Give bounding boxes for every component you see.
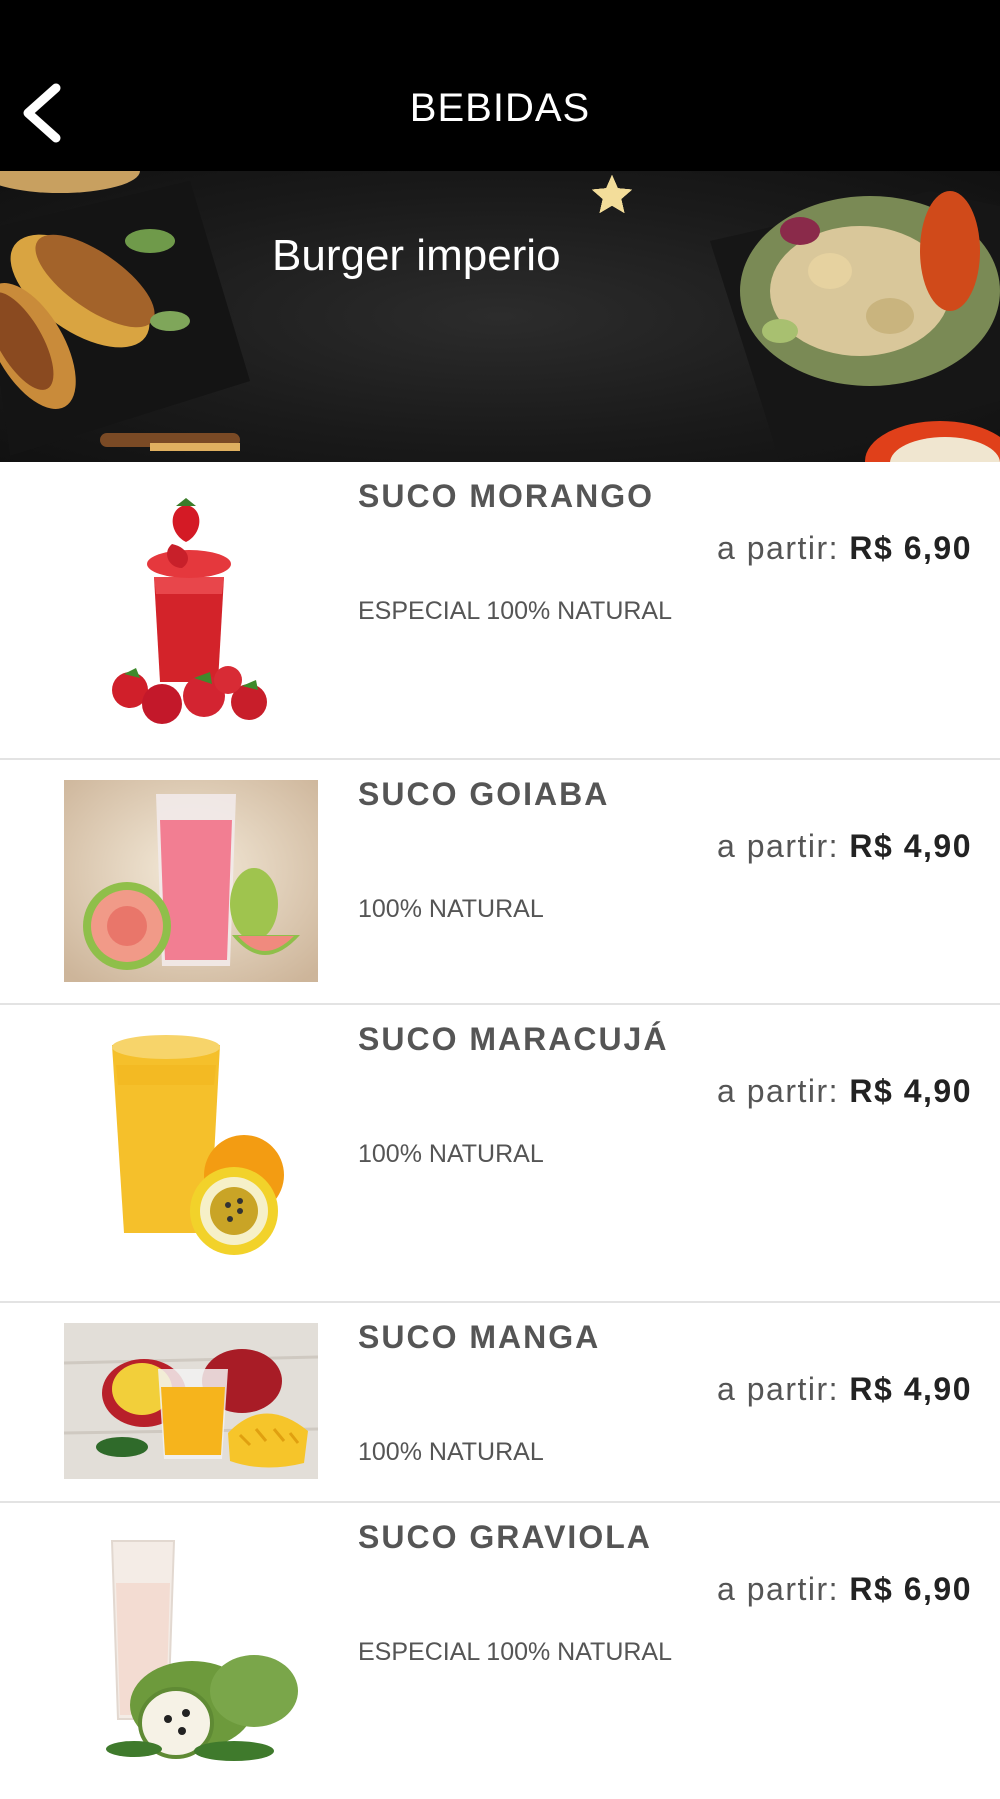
price-amount: R$ 4,90 — [849, 1371, 972, 1407]
list-item[interactable]: SUCO GOIABA a partir: R$ 4,90 100% NATUR… — [0, 760, 1000, 1005]
list-item[interactable]: SUCO MORANGO a partir: R$ 6,90 ESPECIAL … — [0, 462, 1000, 760]
product-image-morango — [64, 482, 318, 732]
list-item[interactable]: SUCO MARACUJÁ a partir: R$ 4,90 100% NAT… — [0, 1005, 1000, 1303]
price-prefix: a partir: — [717, 1571, 840, 1607]
product-name: SUCO GOIABA — [358, 776, 610, 812]
restaurant-name: Burger imperio — [272, 231, 561, 280]
product-name: SUCO MANGA — [358, 1319, 601, 1355]
product-price: a partir: R$ 6,90 — [717, 1571, 972, 1608]
price-prefix: a partir: — [717, 530, 840, 566]
product-price: a partir: R$ 6,90 — [717, 530, 972, 567]
product-image-manga — [63, 1323, 319, 1479]
top-bar: BEBIDAS — [0, 0, 1000, 171]
price-amount: R$ 4,90 — [849, 828, 972, 864]
price-amount: R$ 6,90 — [849, 1571, 972, 1607]
product-description: ESPECIAL 100% NATURAL — [358, 597, 673, 625]
product-name: SUCO MARACUJÁ — [358, 1021, 669, 1057]
product-name: SUCO MORANGO — [358, 478, 654, 514]
star-icon — [592, 175, 632, 213]
list-item[interactable]: SUCO MANGA a partir: R$ 4,90 100% NATURA… — [0, 1303, 1000, 1503]
page-title: BEBIDAS — [409, 86, 591, 130]
product-description: 100% NATURAL — [358, 1438, 544, 1466]
product-description: 100% NATURAL — [358, 895, 544, 923]
product-image-graviola — [64, 1523, 318, 1773]
price-amount: R$ 6,90 — [849, 530, 972, 566]
restaurant-banner: Burger imperio — [0, 171, 1000, 462]
price-amount: R$ 4,90 — [849, 1073, 972, 1109]
product-image-goiaba — [64, 780, 318, 982]
product-price: a partir: R$ 4,90 — [717, 1073, 972, 1110]
product-description: ESPECIAL 100% NATURAL — [358, 1638, 673, 1666]
product-list: SUCO MORANGO a partir: R$ 6,90 ESPECIAL … — [0, 462, 1000, 1799]
list-item[interactable]: SUCO GRAVIOLA a partir: R$ 6,90 ESPECIAL… — [0, 1503, 1000, 1799]
price-prefix: a partir: — [717, 1073, 840, 1109]
product-price: a partir: R$ 4,90 — [717, 828, 972, 865]
product-name: SUCO GRAVIOLA — [358, 1519, 652, 1555]
price-prefix: a partir: — [717, 1371, 840, 1407]
product-image-maracuja — [64, 1025, 318, 1275]
product-description: 100% NATURAL — [358, 1140, 544, 1168]
product-price: a partir: R$ 4,90 — [717, 1371, 972, 1408]
banner-food-illustration — [0, 171, 1000, 462]
price-prefix: a partir: — [717, 828, 840, 864]
